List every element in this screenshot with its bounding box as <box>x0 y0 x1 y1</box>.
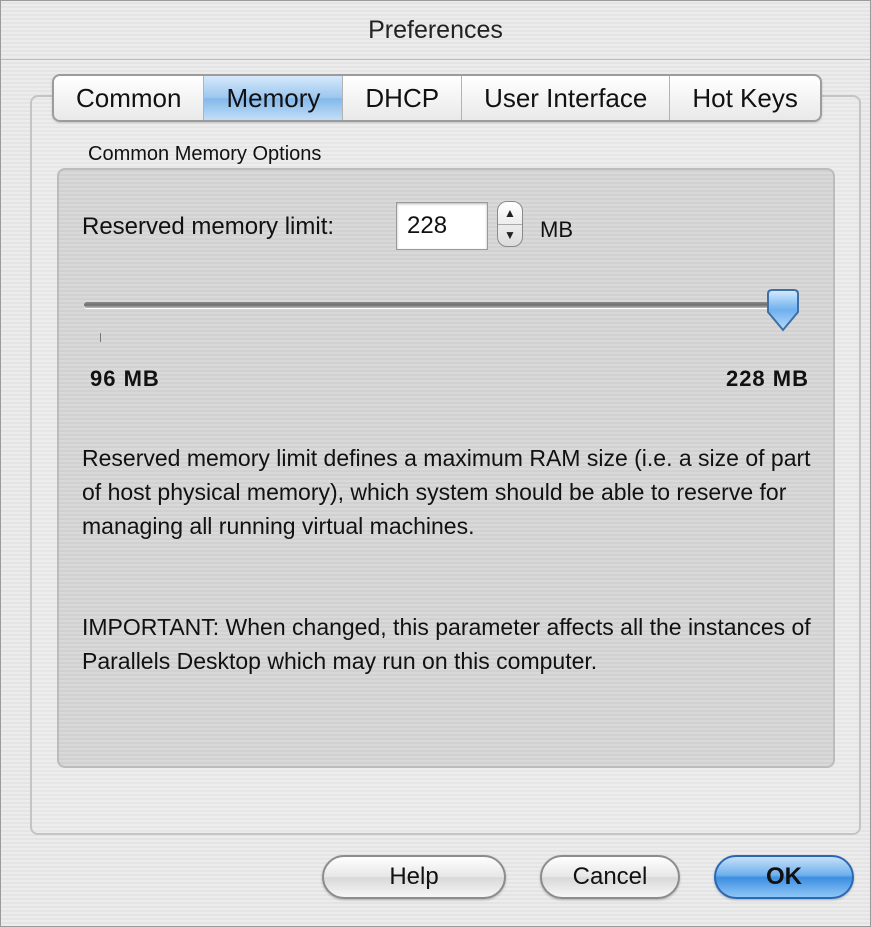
tab-hot-keys[interactable]: Hot Keys <box>670 76 820 120</box>
tab-user-interface[interactable]: User Interface <box>462 76 671 120</box>
ok-button[interactable]: OK <box>714 855 854 899</box>
slider-max-label: 228 MB <box>725 366 809 391</box>
slider-tick <box>100 333 101 342</box>
unit-label: MB <box>540 217 573 242</box>
stepper-down-icon[interactable]: ▼ <box>498 224 522 246</box>
stepper-up-icon[interactable]: ▲ <box>498 202 522 225</box>
cancel-button[interactable]: Cancel <box>540 855 680 899</box>
important-note: IMPORTANT: When changed, this parameter … <box>82 614 811 674</box>
tab-bar: Common Memory DHCP User Interface Hot Ke… <box>52 74 822 122</box>
tab-dhcp[interactable]: DHCP <box>343 76 463 120</box>
window-title: Preferences <box>1 1 870 60</box>
description-text: Reserved memory limit defines a maximum … <box>82 445 811 539</box>
memory-limit-label: Reserved memory limit: <box>82 213 335 240</box>
memory-stepper[interactable]: ▲ ▼ <box>497 201 523 247</box>
group-label: Common Memory Options <box>88 143 322 165</box>
tab-memory[interactable]: Memory <box>204 76 344 120</box>
memory-limit-field[interactable] <box>396 202 488 250</box>
tab-common[interactable]: Common <box>54 76 205 120</box>
help-button[interactable]: Help <box>322 855 506 899</box>
slider-min-label: 96 MB <box>90 366 160 391</box>
slider-thumb-icon[interactable] <box>764 288 802 334</box>
memory-slider-track[interactable] <box>84 302 784 308</box>
